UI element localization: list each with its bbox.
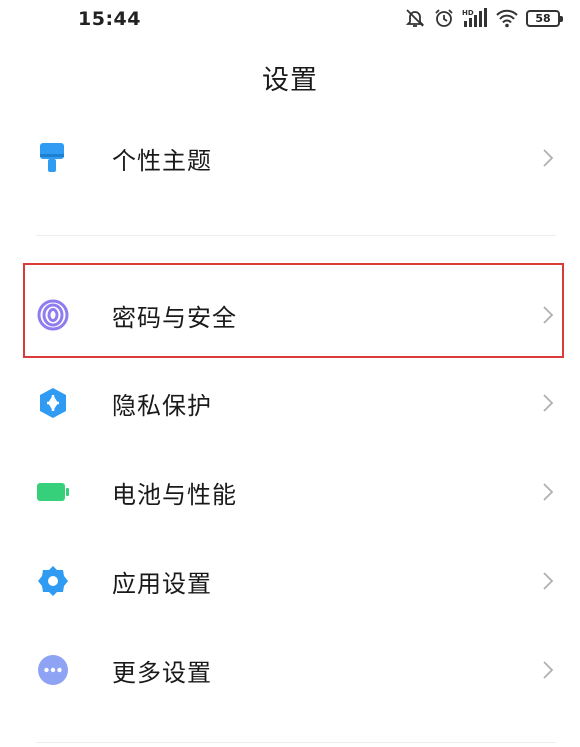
battery-level: 58 — [535, 11, 551, 25]
battery-performance-icon — [36, 475, 70, 509]
app-settings-gear-icon — [36, 564, 70, 598]
status-bar: 15:44 HD 58 — [0, 0, 580, 40]
settings-item-privacy[interactable]: 隐私保护 — [0, 373, 580, 433]
status-time: 15:44 — [78, 8, 141, 30]
chevron-right-icon — [543, 483, 554, 501]
alarm-icon — [433, 8, 455, 28]
settings-item-more-settings[interactable]: 更多设置 — [0, 640, 580, 700]
chevron-right-icon — [543, 572, 554, 590]
battery-icon: 58 — [526, 9, 563, 27]
mute-bell-icon — [404, 8, 426, 28]
highlight-box — [23, 263, 564, 358]
settings-item-battery-performance[interactable]: 电池与性能 — [0, 462, 580, 522]
settings-item-app-settings[interactable]: 应用设置 — [0, 551, 580, 611]
settings-item-label: 应用设置 — [112, 569, 212, 598]
settings-item-label: 个性主题 — [112, 146, 212, 175]
chevron-right-icon — [543, 149, 554, 167]
status-icons: HD 58 — [404, 6, 563, 30]
settings-item-label: 更多设置 — [112, 658, 212, 687]
theme-brush-icon — [36, 141, 70, 175]
wifi-icon — [495, 8, 519, 28]
settings-item-label: 隐私保护 — [112, 391, 212, 420]
svg-text:HD: HD — [462, 9, 474, 17]
page-title: 设置 — [262, 65, 318, 96]
chevron-right-icon — [543, 394, 554, 412]
more-settings-icon — [36, 653, 70, 687]
hd-signal-icon: HD — [462, 8, 488, 28]
chevron-right-icon — [543, 661, 554, 679]
settings-item-label: 电池与性能 — [112, 480, 237, 509]
section-divider — [36, 742, 556, 743]
privacy-shield-icon — [36, 386, 70, 420]
settings-item-theme[interactable]: 个性主题 — [0, 128, 580, 188]
section-divider — [36, 235, 556, 236]
